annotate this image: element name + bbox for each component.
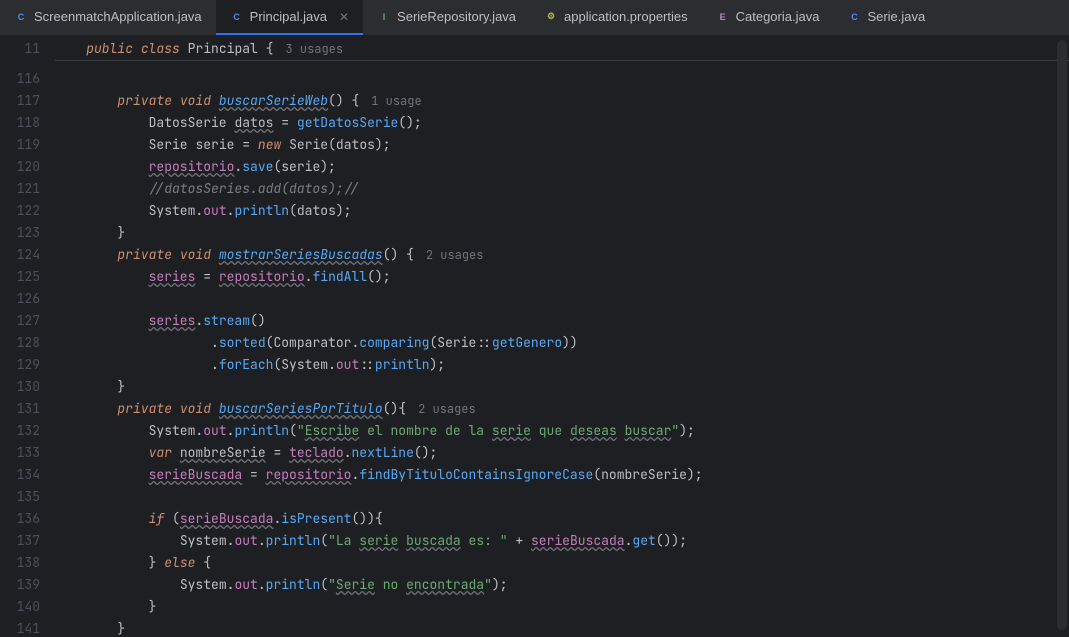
line-gutter: 11 116 117 118 119 120 121 122 123 124 1…	[0, 36, 55, 637]
class-icon: C	[14, 10, 28, 24]
gear-icon: ⚙	[544, 10, 558, 24]
tab-properties[interactable]: ⚙ application.properties	[530, 0, 702, 35]
interface-icon: I	[377, 10, 391, 24]
code-content[interactable]: public class Principal {3 usages private…	[55, 36, 1069, 637]
tab-screenmatch[interactable]: C ScreenmatchApplication.java	[0, 0, 216, 35]
tab-label: application.properties	[564, 9, 688, 24]
tab-label: SerieRepository.java	[397, 9, 516, 24]
close-icon[interactable]: ✕	[339, 10, 349, 24]
class-icon: C	[230, 10, 244, 24]
tab-serie[interactable]: C Serie.java	[833, 0, 939, 35]
code-editor[interactable]: 11 116 117 118 119 120 121 122 123 124 1…	[0, 36, 1069, 637]
vertical-scrollbar[interactable]	[1057, 40, 1067, 630]
editor-tabs: C ScreenmatchApplication.java C Principa…	[0, 0, 1069, 36]
enum-icon: E	[716, 10, 730, 24]
class-icon: C	[847, 10, 861, 24]
tab-principal[interactable]: C Principal.java ✕	[216, 0, 363, 35]
tab-label: Serie.java	[867, 9, 925, 24]
tab-categoria[interactable]: E Categoria.java	[702, 0, 834, 35]
tab-label: Categoria.java	[736, 9, 820, 24]
tab-repository[interactable]: I SerieRepository.java	[363, 0, 530, 35]
tab-label: Principal.java	[250, 9, 327, 24]
line-number: 11	[0, 38, 40, 60]
tab-label: ScreenmatchApplication.java	[34, 9, 202, 24]
